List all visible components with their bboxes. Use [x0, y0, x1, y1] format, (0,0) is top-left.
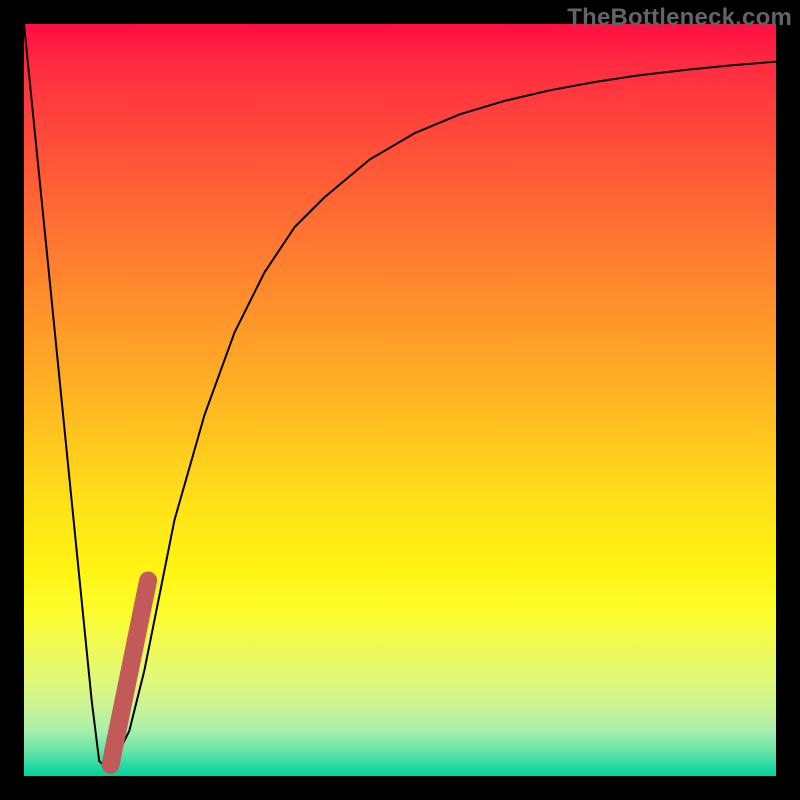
- chart-frame: TheBottleneck.com: [0, 0, 800, 800]
- plot-area: [24, 24, 776, 776]
- highlight-segment: [111, 581, 149, 765]
- curve-layer: [24, 24, 776, 776]
- watermark-text: TheBottleneck.com: [567, 4, 792, 32]
